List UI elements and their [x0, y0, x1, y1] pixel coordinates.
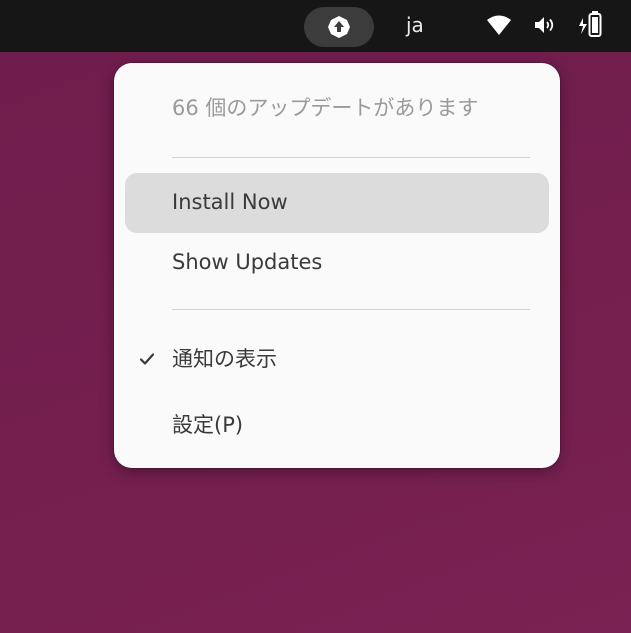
updates-menu: 66 個のアップデートがあります Install Now Show Update…: [114, 63, 560, 468]
show-updates-item[interactable]: Show Updates: [125, 233, 549, 293]
show-notifications-item[interactable]: 通知の表示: [125, 330, 549, 390]
install-now-item[interactable]: Install Now: [125, 173, 549, 233]
menu-separator: [172, 309, 530, 310]
settings-item[interactable]: 設定(P): [125, 396, 549, 456]
updates-count-header: 66 個のアップデートがあります: [172, 96, 479, 120]
top-bar: ja: [0, 0, 631, 52]
volume-icon[interactable]: [534, 15, 558, 35]
show-notifications-label: 通知の表示: [172, 347, 277, 371]
software-updater-tray-button[interactable]: [304, 7, 374, 47]
battery-charging-icon[interactable]: [578, 10, 606, 40]
menu-separator: [172, 157, 530, 158]
install-now-label: Install Now: [172, 190, 288, 214]
checkmark-icon: [139, 353, 155, 365]
show-updates-label: Show Updates: [172, 250, 323, 274]
settings-label: 設定(P): [172, 413, 244, 437]
software-updater-icon: [328, 16, 350, 38]
wifi-icon[interactable]: [486, 14, 512, 36]
input-language-indicator[interactable]: ja: [406, 12, 424, 38]
